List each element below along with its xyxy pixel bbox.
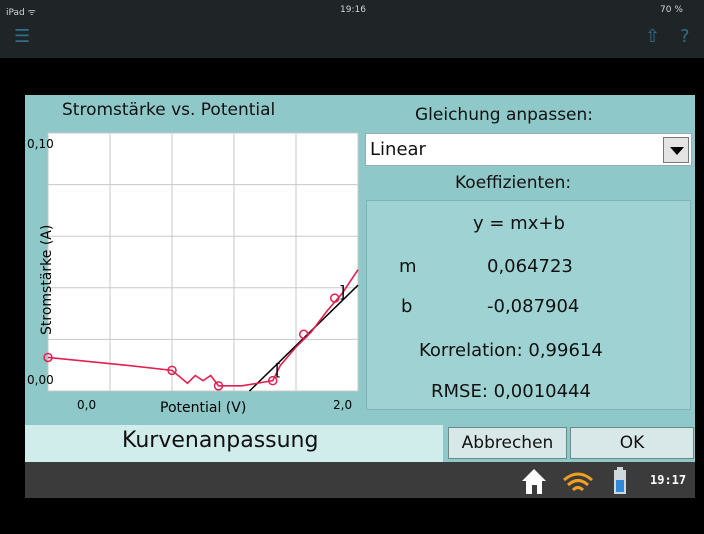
footer-title: Kurvenanpassung <box>122 428 319 453</box>
y-tick-max: 0,10 <box>27 137 54 151</box>
share-icon[interactable]: ⇧ <box>645 26 660 47</box>
equation-text: y = mx+b <box>473 213 565 234</box>
home-icon[interactable] <box>522 469 546 494</box>
chevron-down-icon[interactable] <box>663 137 689 163</box>
b-value: -0,087904 <box>487 296 580 317</box>
carrier-wifi-label: iPad ᯤ <box>6 8 36 18</box>
ipad-time: 19:16 <box>340 5 366 15</box>
current-potential-chart: 0,10 0,00 0,0 2,0 Potential (V) Stromstä… <box>27 132 359 416</box>
battery-icon <box>614 467 626 494</box>
wifi-icon <box>563 472 593 492</box>
x-tick-min: 0,0 <box>77 398 96 412</box>
chart-title: Stromstärke vs. Potential <box>62 100 276 120</box>
y-tick-min: 0,00 <box>27 373 54 387</box>
plot-area <box>48 133 358 391</box>
correlation-text: Korrelation: 0,99614 <box>419 340 603 361</box>
fit-bracket-start[interactable]: [ <box>275 360 281 379</box>
m-value: 0,064723 <box>487 256 573 277</box>
x-tick-max: 2,0 <box>333 398 352 412</box>
app-toolbar: ☰ ⇧ ? <box>0 20 704 58</box>
rmse-text: RMSE: 0,0010444 <box>431 381 591 402</box>
device-clock: 19:17 <box>650 473 687 487</box>
coefficients-heading: Koeffizienten: <box>455 173 572 193</box>
fit-type-dropdown[interactable]: Linear <box>365 133 692 166</box>
list-icon[interactable]: ☰ <box>14 26 30 47</box>
status-icons <box>522 467 626 494</box>
fit-bracket-end[interactable]: ] <box>339 282 345 301</box>
battery-percent: 70 % <box>660 5 683 15</box>
x-axis-label: Potential (V) <box>160 400 246 416</box>
m-label: m <box>399 256 417 277</box>
y-axis-label: Stromstärke (A) <box>39 225 55 335</box>
fit-type-value: Linear <box>370 139 426 160</box>
help-icon[interactable]: ? <box>680 26 690 47</box>
ok-button[interactable]: OK <box>570 427 694 459</box>
fit-heading: Gleichung anpassen: <box>415 105 594 125</box>
b-label: b <box>401 296 413 317</box>
ipad-status-bar: iPad ᯤ 19:16 70 % <box>0 0 704 20</box>
cancel-button[interactable]: Abbrechen <box>448 427 567 459</box>
